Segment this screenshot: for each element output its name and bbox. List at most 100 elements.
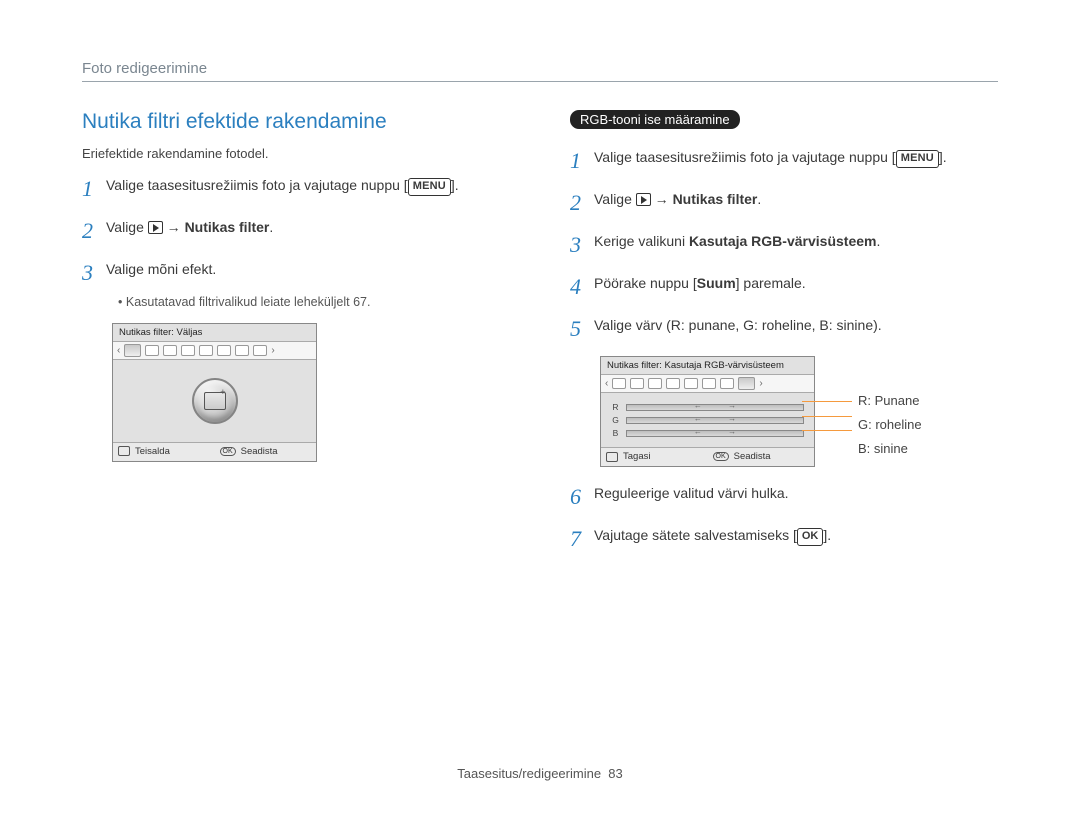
picture-icon [204,392,226,410]
step-text-bold: Nutikas filter [673,191,758,207]
section-subtext: Eriefektide rakendamine fotodel. [82,146,510,161]
step-number: 1 [570,145,594,177]
filter-chip [199,345,213,356]
filter-chip [738,377,755,390]
step-text: Valige taasesitusrežiimis foto ja vajuta… [594,149,896,165]
footer-page: 83 [608,766,622,781]
chevron-right-icon: › [271,345,274,356]
step-6: 6 Reguleerige valitud värvi hulka. [570,483,998,513]
step-1: 1 Valige taasesitusrežiimis foto ja vaju… [570,147,998,177]
lcd-foot-left: Tagasi [623,451,650,462]
left-column: Nutika filtri efektide rakendamine Erief… [82,110,510,567]
rgb-slider [626,430,804,437]
lcd-filter-strip: ‹ › [601,374,814,393]
step-text-bold: Nutikas filter [185,219,270,235]
step-number: 3 [82,257,106,289]
chevron-left-icon: ‹ [605,378,608,389]
step-text: Valige mõni efekt. [106,259,510,279]
step-4: 4 Pöörake nuppu [Suum] paremale. [570,273,998,303]
filter-chip [720,378,734,389]
filter-chip [684,378,698,389]
step-number: 5 [570,313,594,345]
legend-b: B: sinine [858,441,908,456]
filter-chip [702,378,716,389]
step-1: 1 Valige taasesitusrežiimis foto ja vaju… [82,175,510,205]
rgb-slider [626,417,804,424]
filter-chip [666,378,680,389]
filter-chip [253,345,267,356]
rgb-row-b: B [611,428,804,438]
filter-chip [235,345,249,356]
leader-line [802,416,852,417]
chevron-left-icon: ‹ [117,345,120,356]
filter-chip [630,378,644,389]
back-icon [606,452,618,462]
step-text: ]. [823,527,831,543]
move-icon [118,446,130,456]
step-number: 2 [82,215,106,247]
divider [82,81,998,82]
rgb-pill: RGB-tooni ise määramine [570,110,740,129]
step-text-bold: Suum [697,275,736,291]
lcd-foot-right: Seadista [734,451,771,462]
footer-section: Taasesitus/redigeerimine [457,766,601,781]
filter-chip [217,345,231,356]
section-heading: Nutika filtri efektide rakendamine [82,110,510,134]
lcd-dial-icon [192,378,238,424]
step-3: 3 Kerige valikuni Kasutaja RGB-värvisüst… [570,231,998,261]
step-text: . [876,233,880,249]
step-text: → [651,191,673,207]
filter-chip [181,345,195,356]
filter-chip [124,344,141,357]
step-text-bold: Kasutaja RGB-värvisüsteem [689,233,877,249]
rgb-row-r: R [611,402,804,412]
filter-chip [648,378,662,389]
leader-line [802,401,852,402]
filter-chip [612,378,626,389]
step-number: 1 [82,173,106,205]
legend-r: R: Punane [858,393,919,408]
right-column: RGB-tooni ise määramine 1 Valige taasesi… [570,110,998,567]
step-7: 7 Vajutage sätete salvestamiseks [OK]. [570,525,998,555]
step-text: Pöörake nuppu [ [594,275,697,291]
page-footer: Taasesitus/redigeerimine 83 [0,766,1080,781]
lcd-filter-strip: ‹ › [113,341,316,360]
bullet-note: Kasutatavad filtrivalikud leiate lehekül… [118,295,510,309]
step-number: 2 [570,187,594,219]
ok-icon: OK [713,452,729,461]
step-text: Reguleerige valitud värvi hulka. [594,483,998,503]
menu-badge: MENU [896,150,939,168]
step-text: . [757,191,761,207]
step-text: Valige taasesitusrežiimis foto ja vajuta… [106,177,408,193]
ok-badge: OK [797,528,824,546]
rgb-slider [626,404,804,411]
ok-icon: OK [220,447,236,456]
step-number: 4 [570,271,594,303]
lcd-title: Nutikas filter: Väljas [113,324,316,341]
step-text: ]. [451,177,459,193]
camera-lcd-smartfilter: Nutikas filter: Väljas ‹ › [112,323,317,462]
lcd-foot-right: Seadista [241,446,278,457]
filter-chip [145,345,159,356]
step-text: Valige [594,191,636,207]
play-icon [148,221,163,234]
step-text: Valige [106,219,148,235]
menu-badge: MENU [408,178,451,196]
lcd-title: Nutikas filter: Kasutaja RGB-värvisüstee… [601,357,814,374]
step-text: Vajutage sätete salvestamiseks [ [594,527,797,543]
rgb-label: G [611,415,620,425]
step-text: Valige värv (R: punane, G: roheline, B: … [594,315,998,335]
chevron-right-icon: › [759,378,762,389]
step-2: 2 Valige → Nutikas filter. [570,189,998,219]
step-5: 5 Valige värv (R: punane, G: roheline, B… [570,315,998,345]
rgb-label: B [611,428,620,438]
lcd-foot-left: Teisalda [135,446,170,457]
leader-line [802,430,852,431]
rgb-row-g: G [611,415,804,425]
rgb-label: R [611,402,620,412]
step-3: 3 Valige mõni efekt. [82,259,510,289]
breadcrumb: Foto redigeerimine [82,60,998,77]
filter-chip [163,345,177,356]
step-text: ]. [939,149,947,165]
play-icon [636,193,651,206]
